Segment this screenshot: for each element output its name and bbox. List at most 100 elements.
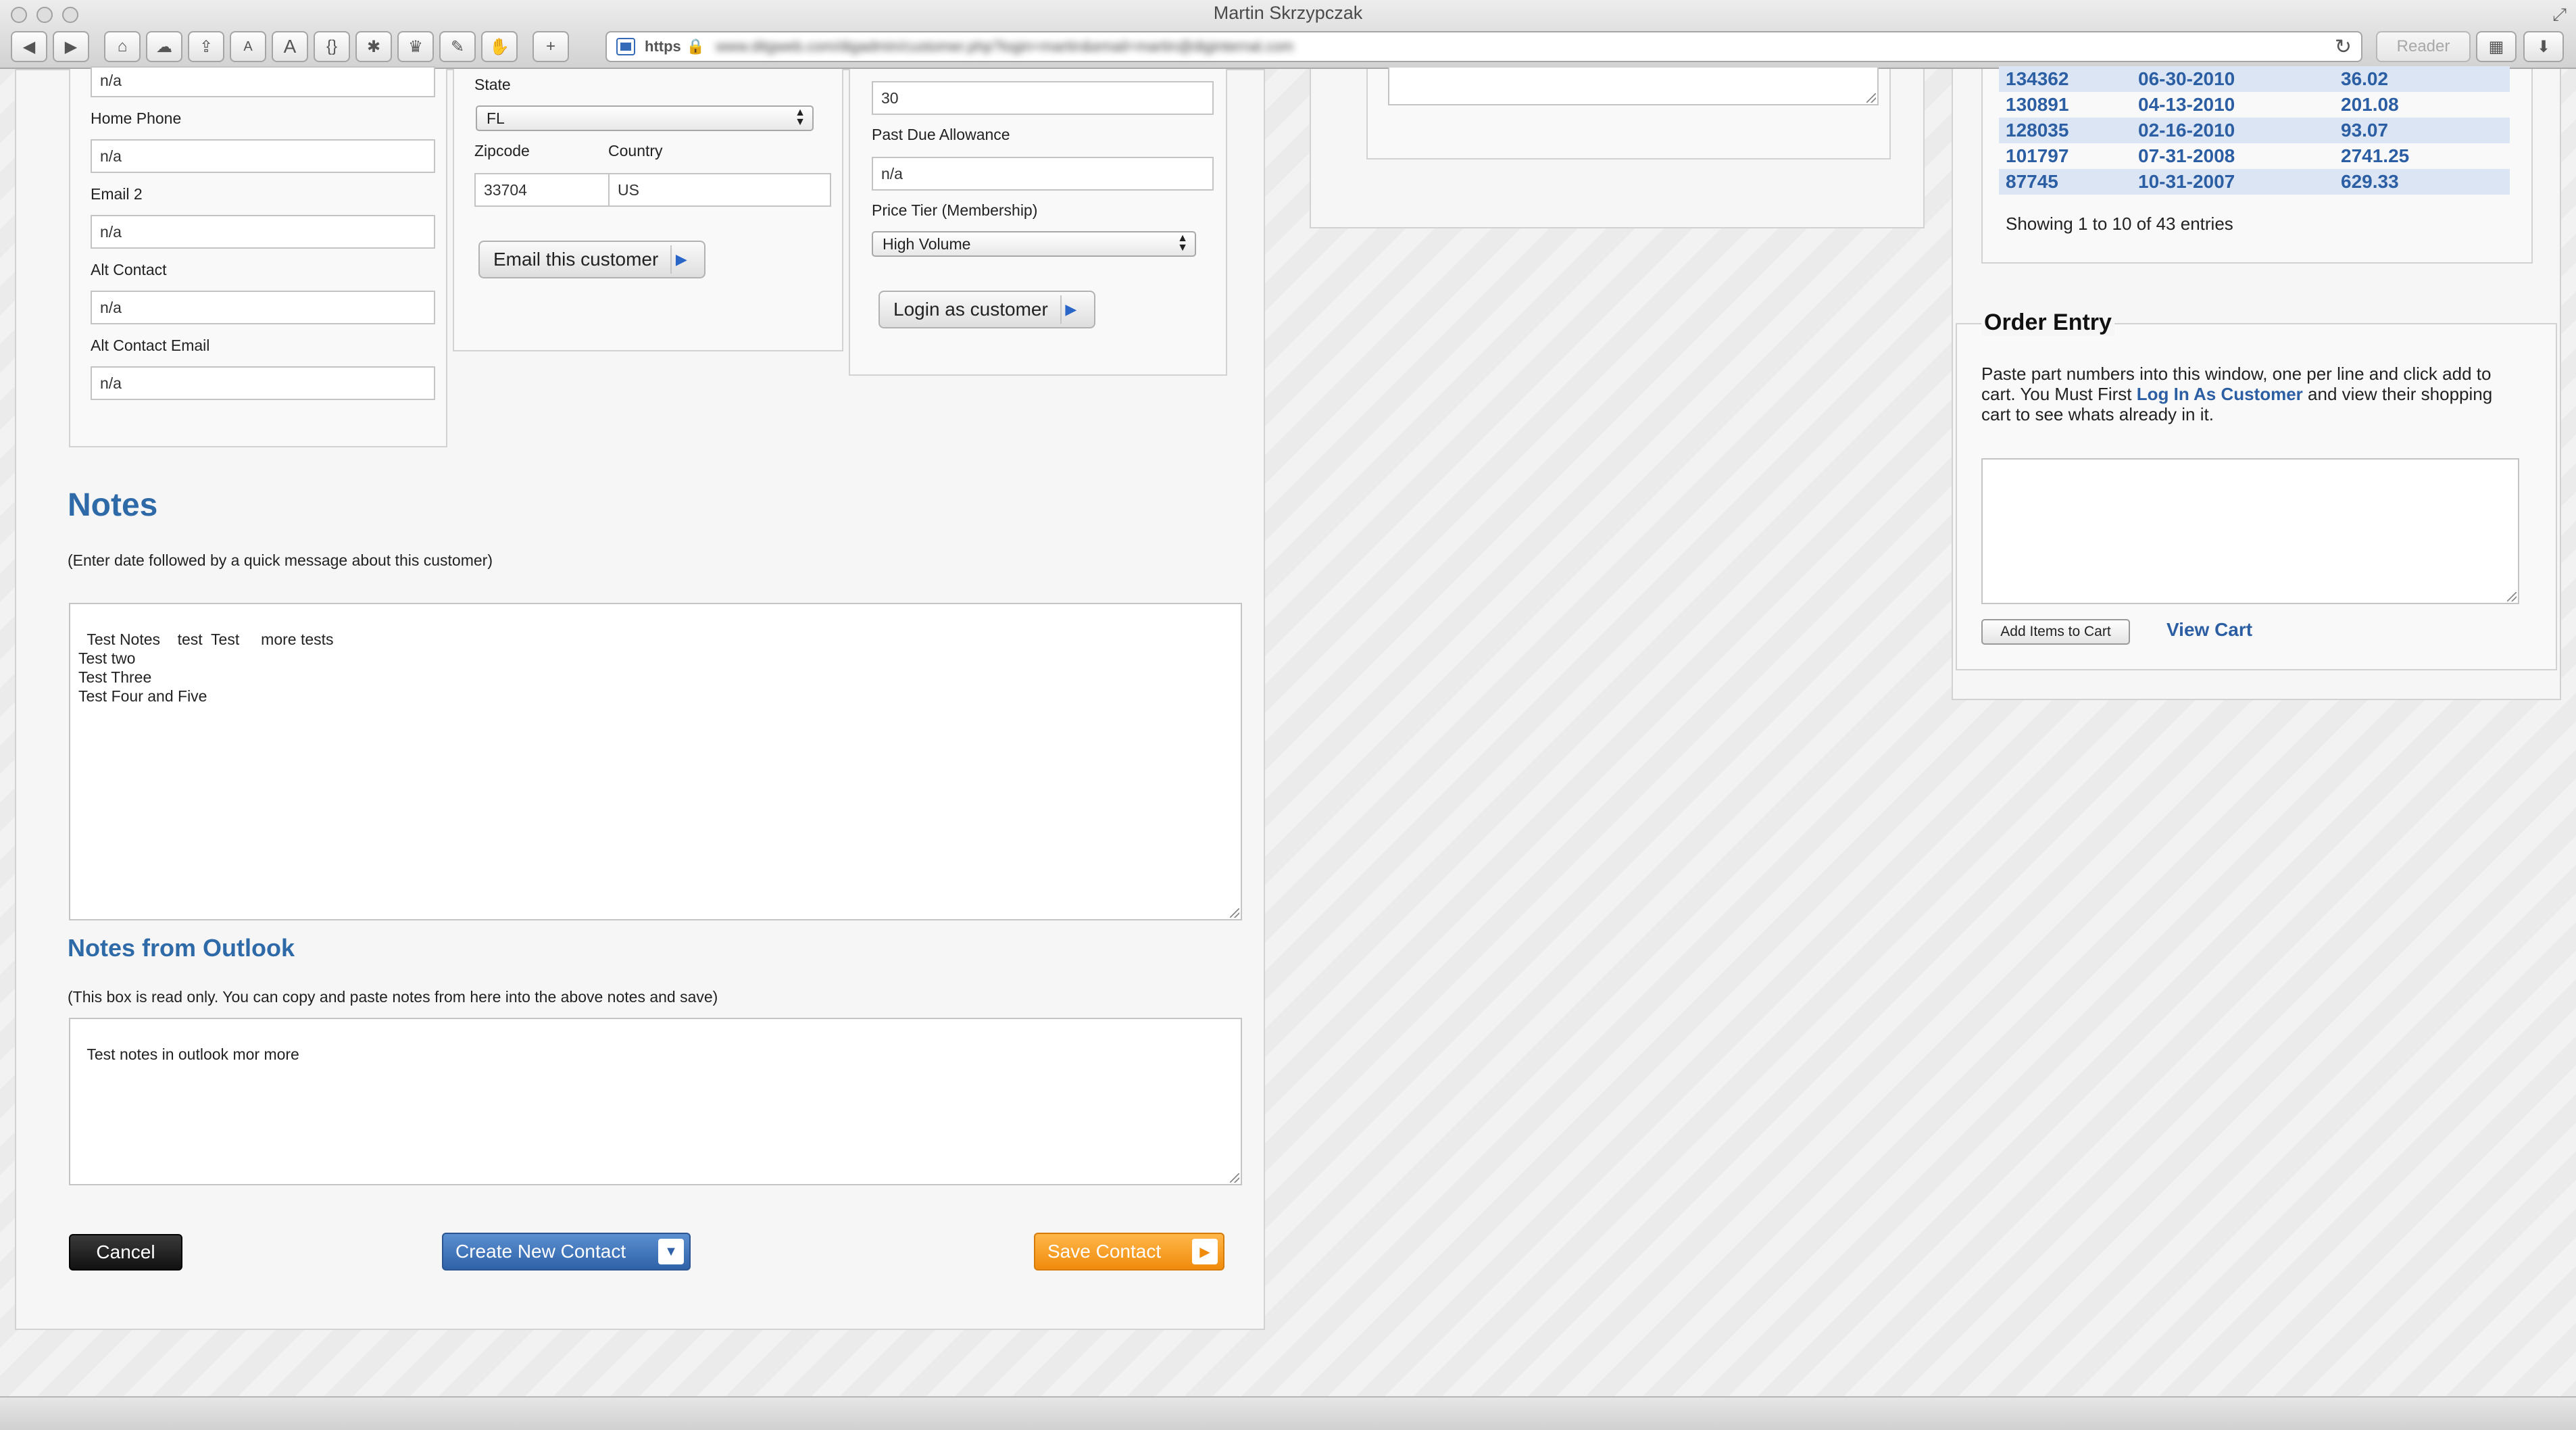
order-id[interactable]: 87745 <box>2006 171 2138 193</box>
back-button[interactable]: ◀ <box>11 31 47 62</box>
terms-field[interactable]: 30 <box>872 81 1214 115</box>
order-date: 02-16-2010 <box>2138 120 2235 141</box>
order-entry-instructions: Paste part numbers into this window, one… <box>1981 364 2508 424</box>
cloud-button[interactable]: ☁ <box>146 31 182 62</box>
view-cart-link[interactable]: View Cart <box>2166 619 2252 641</box>
alt-contact-email-field[interactable]: n/a <box>91 366 435 400</box>
login-as-customer-link[interactable]: Log In As Customer <box>2137 384 2303 404</box>
cancel-label: Cancel <box>96 1241 155 1262</box>
order-entry-title: Order Entry <box>1981 310 2114 336</box>
hand-icon: ✋ <box>489 37 510 56</box>
top-sites-button[interactable]: ▦ <box>2476 31 2517 62</box>
past-due-label: Past Due Allowance <box>872 126 1010 143</box>
state-select[interactable]: FL ▲ ▼ <box>476 105 814 131</box>
order-id[interactable]: 134362 <box>2006 68 2138 90</box>
table-row[interactable]: 101797 07-31-2008 2741.25 <box>1999 143 2510 169</box>
order-amount: 201.08 <box>2341 94 2399 115</box>
save-contact-label: Save Contact <box>1047 1241 1162 1262</box>
bug-button[interactable]: ✱ <box>355 31 392 62</box>
resize-grip-icon[interactable] <box>2507 592 2517 601</box>
bug-icon: ✱ <box>366 37 381 56</box>
forward-button[interactable]: ▶ <box>53 31 89 62</box>
tools-button[interactable]: ✎ <box>439 31 476 62</box>
account-box <box>849 69 1227 376</box>
save-contact-button[interactable]: Save Contact ▶ <box>1034 1233 1224 1271</box>
country-label: Country <box>608 142 663 159</box>
resize-grip-icon[interactable] <box>1230 1173 1239 1183</box>
outlook-notes-text: Test notes in outlook mor more <box>86 1045 299 1063</box>
url-text[interactable]: www.ditgweb.com/digadmin/customer.php?lo… <box>716 38 2335 55</box>
arrow-right-icon: ▶ <box>1060 295 1081 324</box>
share-button[interactable]: ⇪ <box>188 31 224 62</box>
email-customer-label: Email this customer <box>493 249 659 270</box>
crown-button[interactable]: ♛ <box>397 31 434 62</box>
select-arrows-icon: ▲ ▼ <box>1177 232 1188 253</box>
grid-icon: ▦ <box>2488 37 2504 56</box>
notes-text: Test Notes test Test more tests Test two… <box>78 631 334 705</box>
past-due-field[interactable]: n/a <box>872 157 1214 191</box>
notes-textarea[interactable]: Test Notes test Test more tests Test two… <box>69 603 1242 920</box>
browser-toolbar: ◀ ▶ ⌂ ☁ ⇪ A A {} ✱ ♛ ✎ ✋ + <box>11 31 569 62</box>
share-icon: ⇪ <box>199 37 214 56</box>
middle-textarea[interactable] <box>1388 68 1879 105</box>
url-scheme: https <box>645 38 681 55</box>
orders-pagination-info: Showing 1 to 10 of 43 entries <box>2006 214 2233 234</box>
table-row[interactable]: 134362 06-30-2010 36.02 <box>1999 66 2510 92</box>
address-bar[interactable]: https 🔒 www.ditgweb.com/digadmin/custome… <box>605 31 2362 62</box>
home-phone-label: Home Phone <box>91 109 182 127</box>
chevron-down-icon: ▼ <box>658 1239 684 1264</box>
site-favicon-icon <box>616 38 635 55</box>
contact-top-field[interactable]: n/a <box>91 66 435 97</box>
back-arrow-icon: ◀ <box>22 37 36 56</box>
arrow-right-icon: ▶ <box>1192 1239 1218 1264</box>
table-row[interactable]: 128035 02-16-2010 93.07 <box>1999 118 2510 143</box>
orders-table: 134362 06-30-2010 36.02 130891 04-13-201… <box>1999 66 2510 195</box>
new-tab-button[interactable]: + <box>532 31 569 62</box>
login-as-customer-button[interactable]: Login as customer ▶ <box>878 291 1095 328</box>
font-smaller-button[interactable]: A <box>230 31 266 62</box>
font-larger-button[interactable]: A <box>272 31 308 62</box>
select-arrows-icon: ▲ ▼ <box>795 107 806 128</box>
order-id[interactable]: 130891 <box>2006 94 2138 116</box>
order-amount: 629.33 <box>2341 171 2399 192</box>
country-field[interactable]: US <box>608 173 831 207</box>
notes-hint: (Enter date followed by a quick message … <box>68 551 493 569</box>
plus-icon: + <box>545 37 555 55</box>
cloud-icon: ☁ <box>156 37 172 56</box>
arrow-right-icon: ▶ <box>670 245 691 274</box>
order-id[interactable]: 128035 <box>2006 120 2138 141</box>
outlook-notes-textarea[interactable]: Test notes in outlook mor more <box>69 1018 1242 1185</box>
fullscreen-icon[interactable]: ⤢ <box>2552 4 2567 26</box>
alt-contact-label: Alt Contact <box>91 261 167 278</box>
price-tier-select[interactable]: High Volume ▲ ▼ <box>872 231 1196 257</box>
zipcode-field[interactable]: 33704 <box>474 173 610 207</box>
add-items-to-cart-label: Add Items to Cart <box>2000 624 2111 639</box>
part-numbers-textarea[interactable] <box>1981 458 2519 604</box>
alt-contact-field[interactable]: n/a <box>91 291 435 324</box>
table-row[interactable]: 130891 04-13-2010 201.08 <box>1999 92 2510 118</box>
home-phone-field[interactable]: n/a <box>91 139 435 173</box>
state-label: State <box>474 76 511 93</box>
order-id[interactable]: 101797 <box>2006 145 2138 167</box>
email2-field[interactable]: n/a <box>91 215 435 249</box>
code-braces-icon: {} <box>326 37 338 55</box>
download-icon: ⬇ <box>2536 37 2551 56</box>
hand-button[interactable]: ✋ <box>481 31 518 62</box>
resize-grip-icon[interactable] <box>1866 93 1876 103</box>
code-button[interactable]: {} <box>314 31 350 62</box>
lock-icon: 🔒 <box>686 38 705 55</box>
reader-button[interactable]: Reader <box>2376 31 2471 62</box>
add-items-to-cart-button[interactable]: Add Items to Cart <box>1981 619 2130 645</box>
resize-grip-icon[interactable] <box>1230 908 1239 918</box>
reload-icon[interactable]: ↻ <box>2335 35 2352 59</box>
create-new-contact-button[interactable]: Create New Contact ▼ <box>442 1233 691 1271</box>
window-title: Martin Skrzypczak <box>1213 3 1363 23</box>
home-button[interactable]: ⌂ <box>104 31 141 62</box>
email2-label: Email 2 <box>91 185 143 203</box>
downloads-button[interactable]: ⬇ <box>2523 31 2564 62</box>
cancel-button[interactable]: Cancel <box>69 1234 182 1271</box>
alt-contact-email-label: Alt Contact Email <box>91 337 210 354</box>
table-row[interactable]: 87745 10-31-2007 629.33 <box>1999 169 2510 195</box>
browser-status-bar <box>0 1396 2576 1430</box>
email-customer-button[interactable]: Email this customer ▶ <box>478 241 706 278</box>
